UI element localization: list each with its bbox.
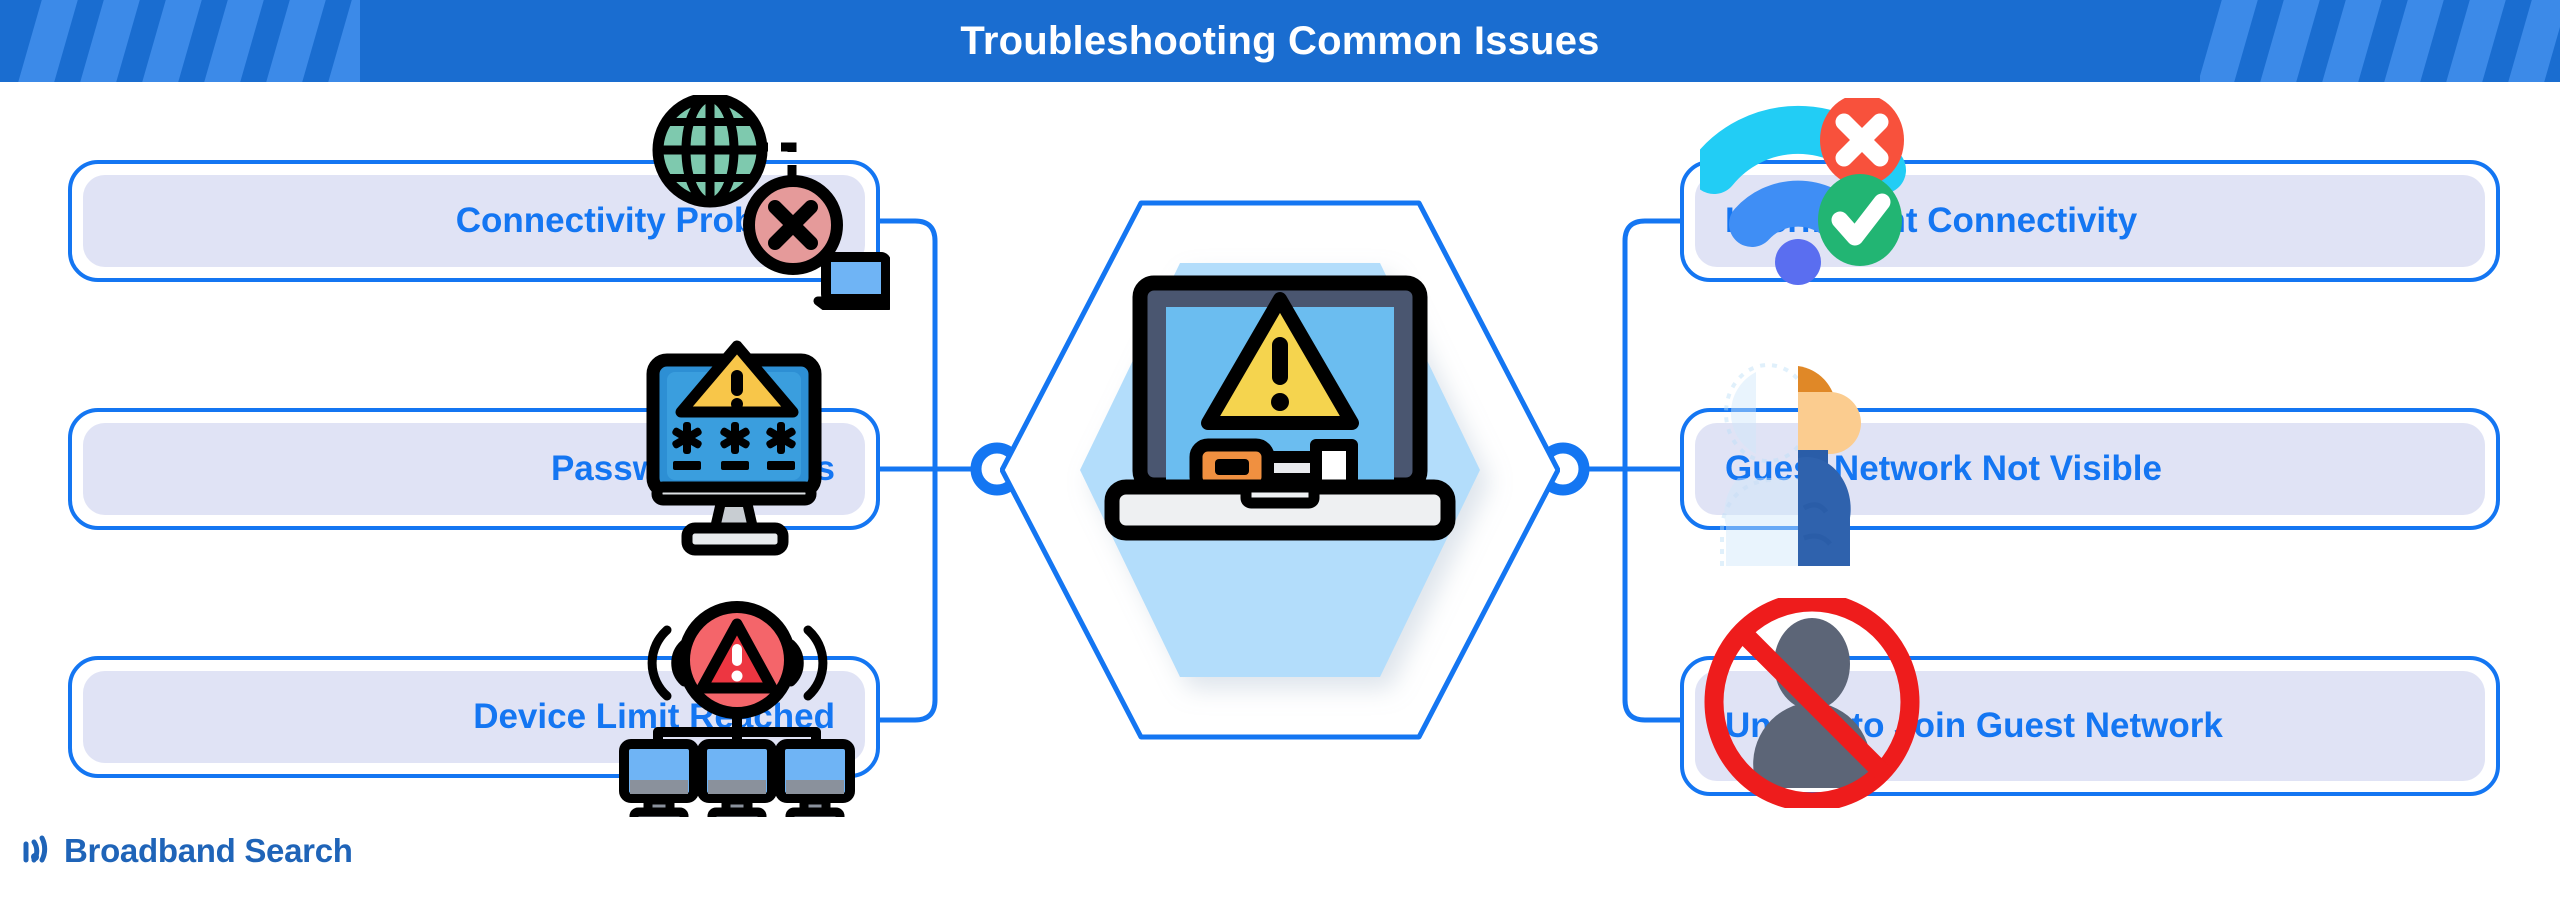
person-faded-half (1720, 363, 1812, 566)
laptop-troubleshooting-icon (1104, 275, 1456, 541)
password-asterisks (672, 422, 796, 470)
person-prohibited-icon (1704, 598, 1920, 808)
page-title: Troubleshooting Common Issues (960, 18, 1600, 63)
logo-text: Broadband Search (64, 832, 353, 869)
center-hexagon (1000, 200, 1560, 740)
person-solid-half (1798, 366, 1861, 566)
wire-right-spine (1622, 218, 1680, 723)
wifi-dot (1775, 239, 1821, 285)
wifi-check-cross-icon (1700, 98, 1906, 285)
wifi-signal-icon (23, 835, 48, 863)
half-visible-person-icon (1720, 363, 1861, 566)
alert-circle-icon (678, 601, 796, 719)
laptop-icon (813, 252, 890, 310)
monitor-password-warning-icon (646, 340, 822, 556)
success-check-badge-icon (1818, 174, 1902, 266)
globe-icon (652, 95, 768, 208)
globe-error-laptop-icon (652, 95, 890, 310)
devices-alert-icon (619, 601, 855, 817)
infographic-root: Troubleshooting Common Issues Connectivi… (0, 0, 2560, 900)
brand-logo[interactable]: Broadband Search (22, 832, 353, 870)
monitor-group (619, 739, 855, 817)
error-cross-badge-icon (1820, 98, 1904, 186)
header-banner: Troubleshooting Common Issues (0, 0, 2560, 82)
